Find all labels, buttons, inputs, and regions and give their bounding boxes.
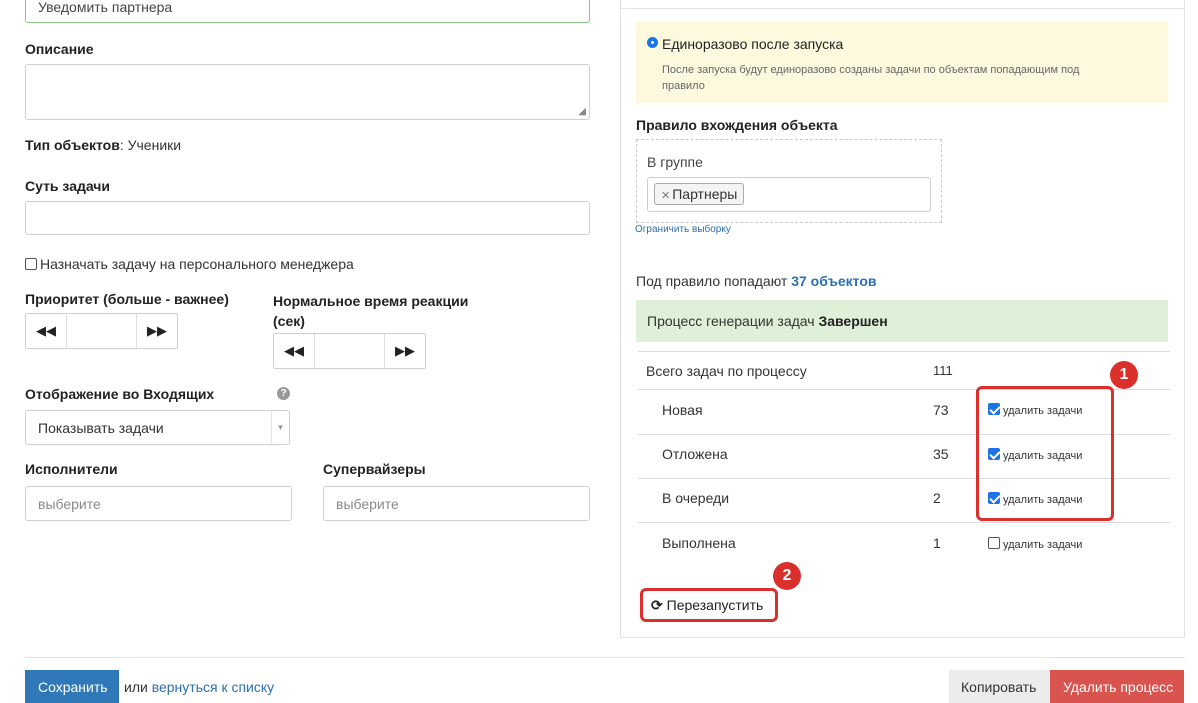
annotation-badge-2: 2 (773, 562, 801, 590)
executors-input[interactable]: выберите (25, 486, 292, 521)
group-tag-label: Партнеры (672, 186, 738, 202)
object-type: Тип объектов: Ученики (25, 137, 181, 153)
assign-personal-check[interactable] (25, 258, 37, 270)
save-button[interactable]: Сохранить (25, 670, 119, 703)
status-count: 2 (933, 490, 941, 506)
in-group-label: В группе (647, 154, 703, 170)
priority-label: Приоритет (больше - важнее) (25, 291, 229, 307)
status-name: Выполнена (662, 535, 736, 551)
run-once-description: После запуска будут единоразово созданы … (662, 62, 1079, 94)
object-type-value: : Ученики (119, 137, 182, 153)
description-textarea[interactable]: ◢ (25, 64, 590, 120)
table-row-total: Всего задач по процессу 111 (638, 351, 1170, 389)
inbox-display-value: Показывать задачи (38, 420, 164, 436)
rule-match-label: Под правило попадают (636, 273, 792, 289)
delete-tasks-checkbox[interactable]: удалить задачи (988, 537, 1082, 551)
run-once-radio[interactable] (647, 37, 658, 48)
delete-process-button[interactable]: Удалить процесс (1050, 670, 1184, 703)
footer-back: или вернуться к списку (124, 679, 274, 695)
reaction-time-label-line1: Нормальное время реакции (273, 293, 469, 309)
assign-personal-checkbox[interactable]: Назначать задачу на персонального менедж… (25, 256, 354, 272)
rule-match-text: Под правило попадают 37 объектов (636, 273, 877, 289)
supervisors-label: Супервайзеры (323, 461, 426, 477)
executors-label: Исполнители (25, 461, 118, 477)
task-essence-input[interactable] (25, 201, 590, 235)
total-tasks-label: Всего задач по процессу (646, 363, 807, 379)
reaction-time-value[interactable] (314, 334, 385, 368)
process-status-value: Завершен (818, 313, 888, 329)
executors-placeholder: выберите (38, 496, 101, 512)
run-once-label: Единоразово после запуска (662, 36, 844, 52)
delete-tasks-label: удалить задачи (1003, 539, 1083, 551)
rewind-icon[interactable]: ◀◀ (26, 314, 66, 348)
process-name-input[interactable]: Уведомить партнера (25, 0, 590, 23)
run-once-description-line1: После запуска будут единоразово созданы … (662, 64, 1080, 76)
or-text: или (124, 679, 148, 695)
limit-selection-link[interactable]: Ограничить выборку (635, 224, 731, 235)
restart-button[interactable]: ⟳ Перезапустить (640, 588, 778, 622)
inbox-display-label: Отображение во Входящих (25, 386, 215, 402)
restart-label: Перезапустить (666, 597, 764, 613)
status-name: Новая (662, 402, 703, 418)
reaction-time-label: Нормальное время реакции (сек) (273, 291, 468, 331)
reaction-time-stepper[interactable]: ◀◀ ▶▶ (273, 333, 426, 369)
description-label: Описание (25, 41, 94, 57)
process-name-value: Уведомить партнера (38, 0, 173, 15)
priority-stepper[interactable]: ◀◀ ▶▶ (25, 313, 178, 349)
status-count: 35 (933, 446, 949, 462)
status-count: 1 (933, 535, 941, 551)
inbox-display-select[interactable]: Показывать задачи ▼ (25, 410, 290, 445)
status-count: 73 (933, 402, 949, 418)
reaction-time-label-line2: (сек) (273, 313, 305, 329)
run-once-description-line2: правило (662, 80, 705, 92)
checkbox-unchecked-icon[interactable] (988, 537, 1000, 549)
group-tag[interactable]: ✕ Партнеры (654, 183, 745, 205)
annotation-highlight-1 (976, 386, 1114, 521)
status-name: Отложена (662, 446, 728, 462)
total-tasks-value: 111 (933, 363, 953, 378)
table-row: Выполнена 1 удалить задачи (638, 522, 1170, 564)
help-icon[interactable]: ? (277, 387, 290, 400)
copy-button[interactable]: Копировать (949, 670, 1050, 703)
process-status-label: Процесс генерации задач (647, 313, 819, 329)
object-type-label: Тип объектов (25, 137, 120, 153)
entry-rule-label: Правило вхождения объекта (636, 117, 838, 133)
annotation-badge-1: 1 (1110, 361, 1138, 389)
back-to-list-link[interactable]: вернуться к списку (152, 679, 274, 695)
process-status-banner: Процесс генерации задач Завершен (636, 300, 1168, 342)
panel-top-divider (620, 8, 1185, 9)
assign-personal-label: Назначать задачу на персонального менедж… (40, 256, 354, 272)
rewind-icon[interactable]: ◀◀ (274, 334, 314, 368)
fast-forward-icon[interactable]: ▶▶ (137, 314, 177, 348)
chevron-down-icon: ▼ (271, 411, 289, 444)
rule-match-count[interactable]: 37 объектов (791, 273, 876, 289)
resize-handle-icon[interactable]: ◢ (578, 106, 586, 117)
task-essence-label: Суть задачи (25, 178, 111, 194)
supervisors-placeholder: выберите (336, 496, 399, 512)
refresh-icon: ⟳ (651, 597, 663, 613)
footer-divider (25, 657, 1185, 658)
status-name: В очереди (662, 490, 730, 506)
priority-value[interactable] (66, 314, 137, 348)
remove-tag-icon[interactable]: ✕ (661, 190, 670, 202)
supervisors-input[interactable]: выберите (323, 486, 590, 521)
fast-forward-icon[interactable]: ▶▶ (385, 334, 425, 368)
